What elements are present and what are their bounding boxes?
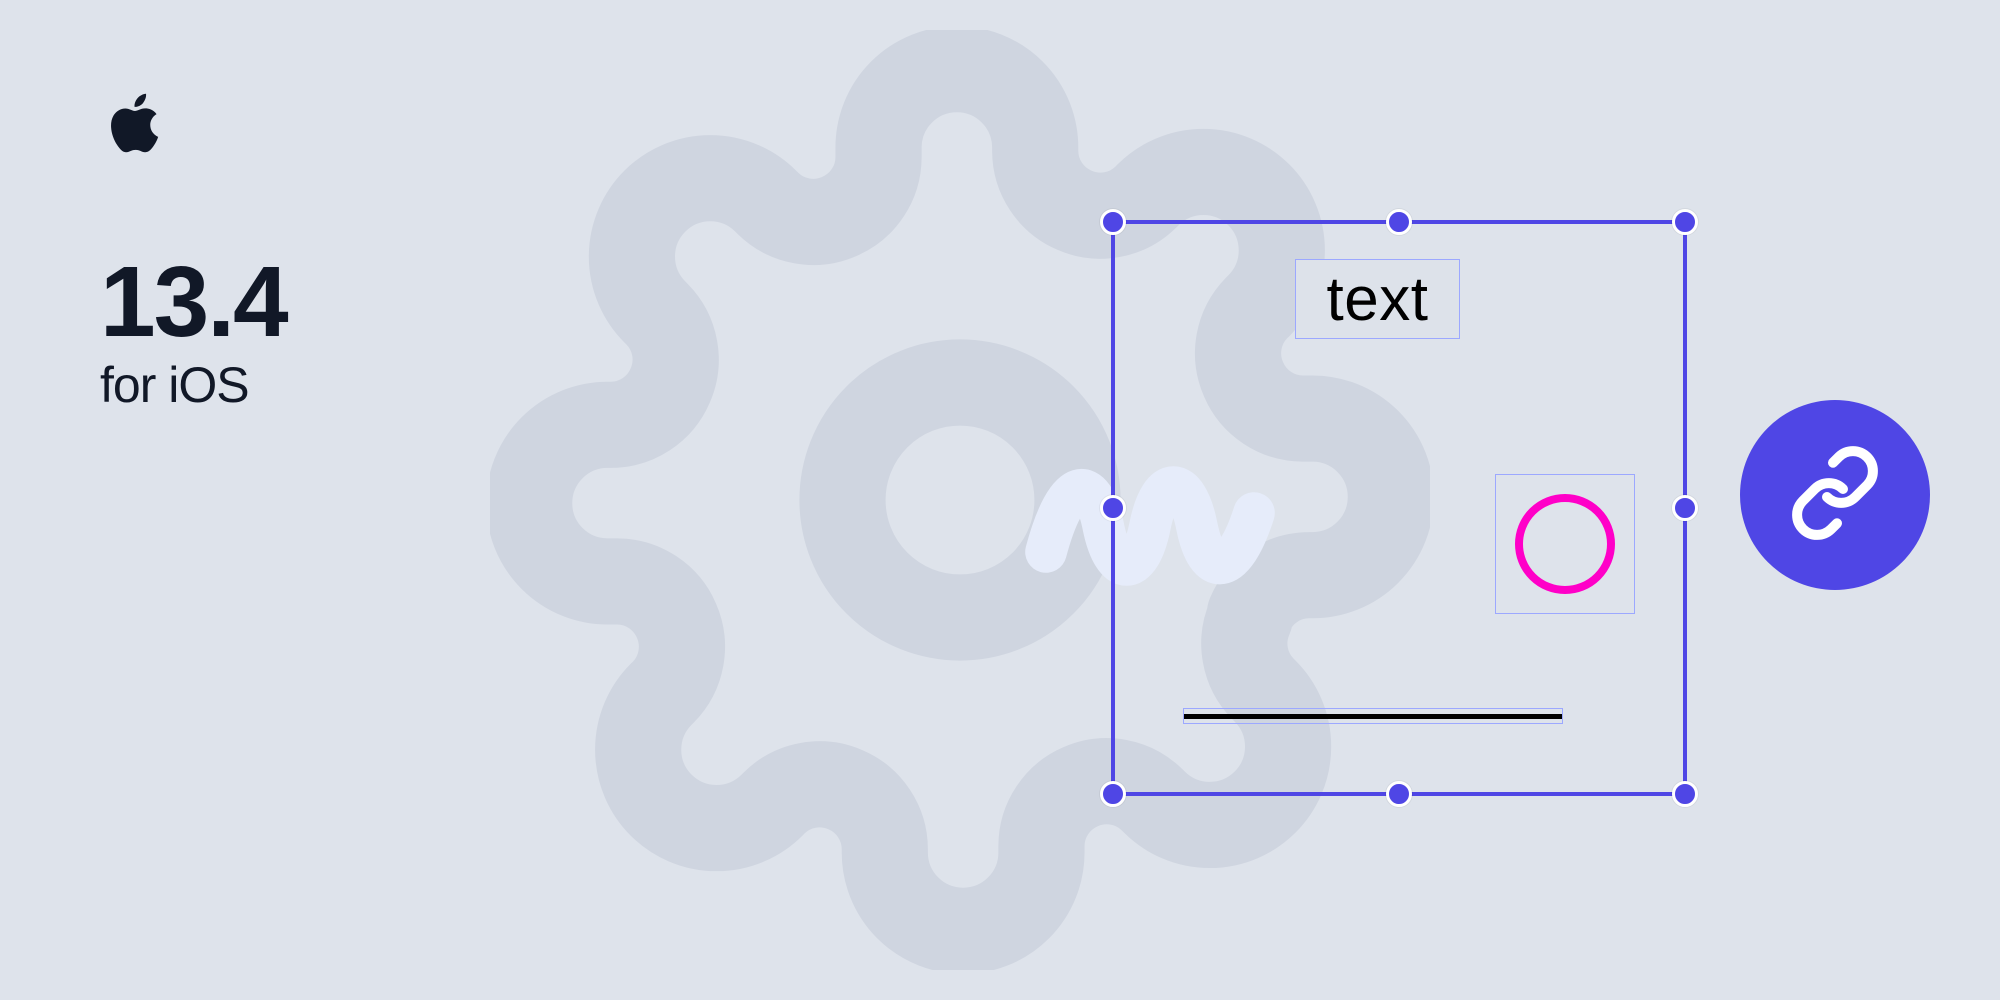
resize-handle-bottom-left[interactable] (1100, 781, 1126, 807)
canvas-line-element[interactable] (1183, 708, 1563, 724)
canvas-text-element[interactable]: text (1295, 259, 1460, 339)
version-number: 13.4 (100, 252, 287, 352)
resize-handle-bottom-middle[interactable] (1386, 781, 1412, 807)
version-subtitle: for iOS (100, 356, 287, 414)
resize-handle-middle-left[interactable] (1100, 495, 1126, 521)
resize-handle-top-left[interactable] (1100, 209, 1126, 235)
circle-shape-icon (1515, 494, 1615, 594)
version-info: 13.4 for iOS (100, 252, 287, 414)
resize-handle-top-right[interactable] (1672, 209, 1698, 235)
apple-logo-icon (105, 88, 165, 158)
link-icon (1787, 445, 1883, 546)
resize-handle-top-middle[interactable] (1386, 209, 1412, 235)
resize-handle-bottom-right[interactable] (1672, 781, 1698, 807)
selection-frame[interactable]: text (1111, 220, 1687, 796)
resize-handle-middle-right[interactable] (1672, 495, 1698, 521)
line-shape-icon (1184, 714, 1562, 719)
link-button[interactable] (1740, 400, 1930, 590)
canvas-circle-element[interactable] (1495, 474, 1635, 614)
text-element-label: text (1327, 264, 1429, 335)
